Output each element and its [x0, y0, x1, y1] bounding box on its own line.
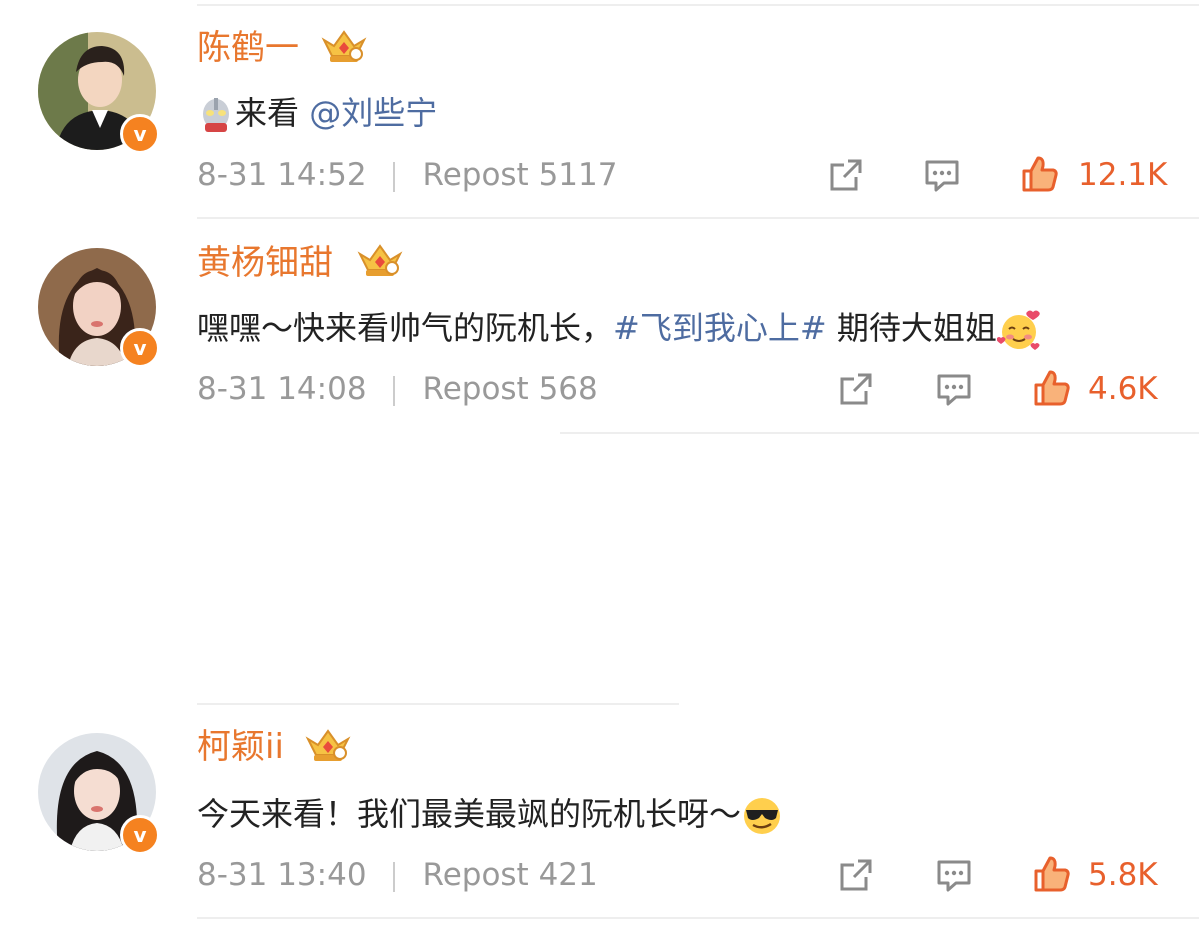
mention-link[interactable]: @刘些宁 [309, 94, 437, 132]
thumbs-up-icon[interactable] [1032, 854, 1072, 894]
comment-meta: 8-31 14:08 Repost 568 [197, 369, 598, 409]
sunglasses-emoji [744, 798, 781, 834]
repost-count[interactable]: Repost 568 [423, 371, 598, 407]
username[interactable]: 柯颖ii [197, 727, 284, 767]
comment-text: 今天来看！我们最美最飒的阮机长呀～ [197, 792, 783, 837]
username[interactable]: 陈鹤一 [197, 28, 299, 68]
verified-v-icon: v [120, 815, 160, 855]
comment-text-part: 期待大姐姐 [826, 309, 997, 347]
separator [392, 375, 395, 406]
timestamp: 8-31 14:08 [197, 371, 367, 407]
verified-v-icon: v [120, 114, 160, 154]
timestamp: 8-31 14:52 [197, 157, 367, 193]
comment-icon[interactable] [934, 855, 974, 895]
crown-badge-icon [357, 244, 403, 276]
comment-text-part: 今天来看！我们最美最飒的阮机长呀～ [197, 795, 742, 833]
separator [392, 161, 395, 192]
comment-meta: 8-31 14:52 Repost 5117 [197, 155, 617, 195]
comment-icon[interactable] [934, 369, 974, 409]
like-count: 12.1K [1078, 157, 1168, 193]
ultraman-emoji [203, 98, 229, 132]
like-count: 5.8K [1088, 857, 1158, 893]
separator [392, 861, 395, 892]
comment-text: 来看 @刘些宁 [197, 91, 437, 135]
divider [197, 917, 1199, 919]
share-icon[interactable] [836, 855, 876, 895]
comment-text: 嘿嘿～快来看帅气的阮机长，#飞到我心上# 期待大姐姐 [197, 306, 1043, 352]
thumbs-up-icon[interactable] [1020, 154, 1060, 194]
comment-icon[interactable] [922, 155, 962, 195]
repost-count[interactable]: Repost 5117 [423, 157, 618, 193]
blushing-hearts-emoji [996, 310, 1040, 350]
divider [197, 4, 1199, 6]
comment-text-part: 嘿嘿～快来看帅气的阮机长， [197, 309, 614, 347]
verified-v-icon: v [120, 328, 160, 368]
username[interactable]: 黄杨钿甜 [197, 243, 333, 283]
crown-badge-icon [305, 729, 351, 761]
divider [560, 432, 1199, 434]
comment-feed: { "comments": [ { "username": "陈鹤一", "te… [0, 0, 1199, 927]
like-count: 4.6K [1088, 371, 1158, 407]
divider [197, 217, 1199, 219]
timestamp: 8-31 13:40 [197, 857, 367, 893]
comment-meta: 8-31 13:40 Repost 421 [197, 855, 598, 895]
share-icon[interactable] [836, 369, 876, 409]
divider [197, 703, 679, 705]
crown-badge-icon [321, 30, 367, 62]
repost-count[interactable]: Repost 421 [423, 857, 598, 893]
hashtag-link[interactable]: #飞到我心上# [613, 309, 827, 347]
comment-text-part: 来看 [235, 94, 310, 132]
share-icon[interactable] [826, 155, 866, 195]
thumbs-up-icon[interactable] [1032, 368, 1072, 408]
